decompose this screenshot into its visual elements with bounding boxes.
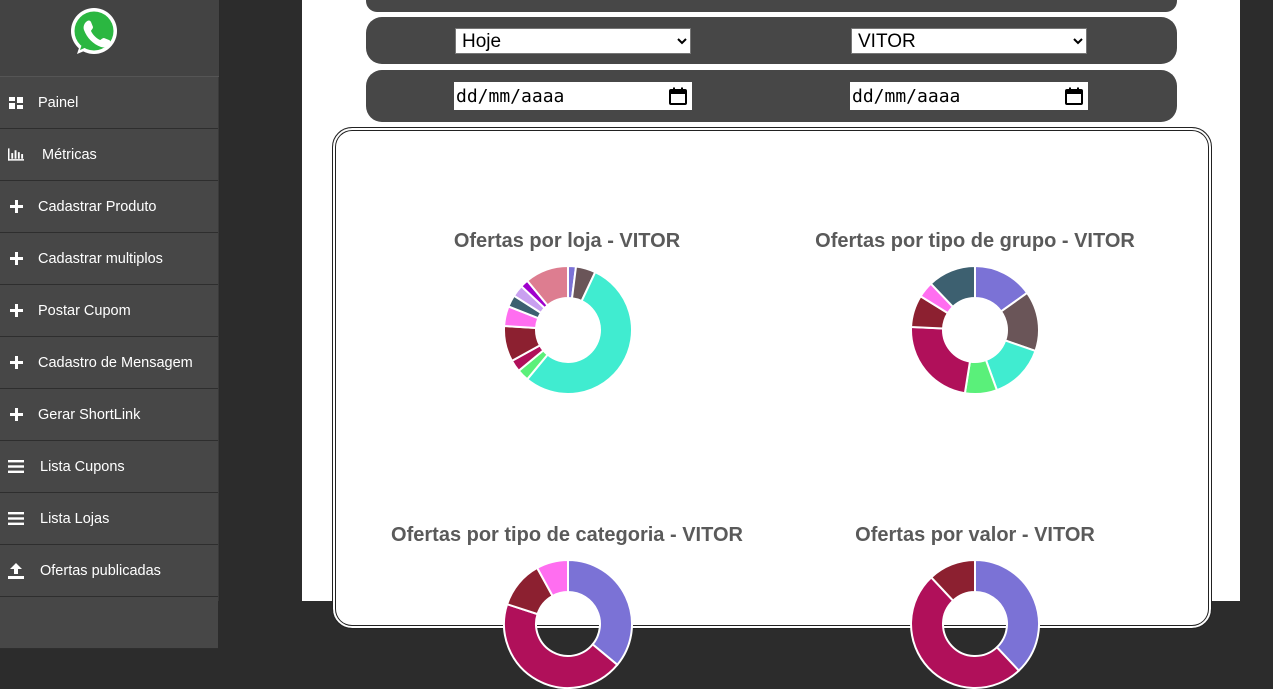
sidebar-item-label: Postar Cupom <box>38 302 131 319</box>
sidebar-item-label: Lista Lojas <box>40 510 110 527</box>
logo-area <box>0 0 219 77</box>
donut-chart-categoria[interactable] <box>503 559 633 689</box>
donut-chart-lojas[interactable] <box>503 265 633 395</box>
list-icon <box>8 459 24 475</box>
chart-title-lojas: Ofertas por loja - VITOR <box>453 230 681 252</box>
chart-title-categoria: Ofertas por tipo de categoria - VITOR <box>391 524 743 546</box>
bar-chart-icon <box>8 147 24 163</box>
sidebar-item-next[interactable] <box>0 597 218 649</box>
plus-icon <box>8 355 24 371</box>
donut-chart-grupo[interactable] <box>910 265 1040 395</box>
sidebar: Painel Métricas Cadastrar Produto Cadast… <box>0 0 220 649</box>
sidebar-item-postar-cupom[interactable]: Postar Cupom <box>0 285 218 337</box>
sidebar-item-metricas[interactable]: Métricas <box>0 129 218 181</box>
sidebar-item-label: Cadastrar Produto <box>38 198 157 215</box>
sidebar-item-label: Cadastro de Mensagem <box>38 354 193 371</box>
sidebar-item-cadastrar-multiplos[interactable]: Cadastrar multiplos <box>0 233 218 285</box>
chart-title-valor: Ofertas por valor - VITOR <box>855 524 1095 546</box>
plus-icon <box>8 303 24 319</box>
top-filter-bar <box>366 0 1177 12</box>
sidebar-item-ofertas-publicadas[interactable]: Ofertas publicadas <box>0 545 218 597</box>
upload-icon <box>8 562 24 579</box>
date-start-input[interactable]: dd/mm/aaaa <box>454 82 692 110</box>
donut-slice[interactable] <box>567 559 633 667</box>
charts-card <box>332 127 1212 629</box>
list-icon <box>8 511 24 527</box>
date-filter-bar: dd/mm/aaaa dd/mm/aaaa <box>366 70 1177 122</box>
whatsapp-logo-icon[interactable] <box>67 5 121 59</box>
donut-chart-valor[interactable] <box>910 559 1040 689</box>
sidebar-item-label: Painel <box>38 94 79 111</box>
period-select[interactable]: Hoje <box>455 28 691 54</box>
right-gutter <box>1240 0 1273 601</box>
calendar-icon[interactable] <box>1065 87 1083 110</box>
date-end-input[interactable]: dd/mm/aaaa <box>850 82 1088 110</box>
donut-slice[interactable] <box>910 325 972 395</box>
date-start-placeholder: dd/mm/aaaa <box>456 85 565 107</box>
sidebar-item-label: Cadastrar multiplos <box>38 250 163 267</box>
plus-icon <box>8 407 24 423</box>
sidebar-item-label: Lista Cupons <box>40 458 125 475</box>
dashboard-icon <box>8 95 24 111</box>
chart-title-grupo: Ofertas por tipo de grupo - VITOR <box>815 230 1135 252</box>
plus-icon <box>8 199 24 215</box>
calendar-icon[interactable] <box>669 87 687 110</box>
sidebar-item-label: Métricas <box>42 146 97 163</box>
sidebar-item-cadastro-de-mensagem[interactable]: Cadastro de Mensagem <box>0 337 218 389</box>
sidebar-item-cadastrar-produto[interactable]: Cadastrar Produto <box>0 181 218 233</box>
sidebar-item-label: Ofertas publicadas <box>40 562 161 579</box>
sidebar-item-label: Gerar ShortLink <box>38 406 141 423</box>
sidebar-item-painel[interactable]: Painel <box>0 77 218 129</box>
date-end-placeholder: dd/mm/aaaa <box>852 85 961 107</box>
sidebar-item-lista-lojas[interactable]: Lista Lojas <box>0 493 218 545</box>
sidebar-item-gerar-shortlink[interactable]: Gerar ShortLink <box>0 389 218 441</box>
user-select[interactable]: VITOR <box>851 28 1087 54</box>
plus-icon <box>8 251 24 267</box>
select-filter-bar: Hoje VITOR <box>366 17 1177 64</box>
sidebar-item-lista-cupons[interactable]: Lista Cupons <box>0 441 218 493</box>
